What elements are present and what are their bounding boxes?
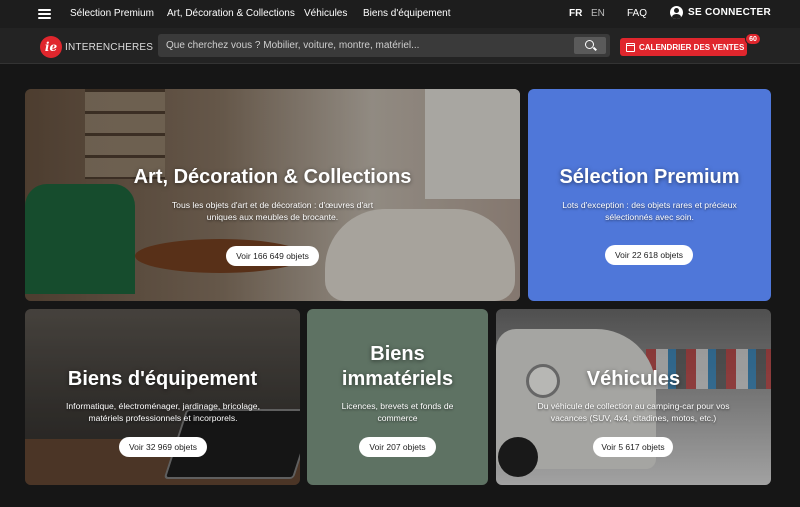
category-card-premium[interactable]: Sélection Premium Lots d'exception : des… <box>528 89 771 301</box>
search-bar-row: ie INTERENCHERES CALENDRIER DES VENTES <box>0 28 800 64</box>
card-title: Sélection Premium <box>559 166 740 188</box>
nav-link-biens-equipement[interactable]: Biens d'équipement <box>363 8 451 19</box>
faq-link[interactable]: FAQ <box>627 8 647 19</box>
user-icon <box>670 6 683 19</box>
nav-link-vehicules[interactable]: Véhicules <box>304 8 347 19</box>
card-description: Du véhicule de collection au camping-car… <box>537 401 730 423</box>
card-description: Tous les objets d'art et de décoration :… <box>171 200 374 222</box>
calendar-button[interactable]: CALENDRIER DES VENTES <box>620 38 747 56</box>
category-card-vehicles[interactable]: Véhicules Du véhicule de collection au c… <box>496 309 771 485</box>
nav-link-selection-premium[interactable]: Sélection Premium <box>70 8 154 19</box>
search-box <box>158 34 610 57</box>
category-card-immaterial[interactable]: Biens immatériels Licences, brevets et f… <box>307 309 488 485</box>
category-card-art[interactable]: Art, Décoration & Collections Tous les o… <box>25 89 520 301</box>
lang-en[interactable]: EN <box>591 8 605 19</box>
login-button[interactable]: SE CONNECTER <box>670 6 771 19</box>
card-title: Biens d'équipement <box>67 368 258 390</box>
view-objects-button[interactable]: Voir 5 617 objets <box>593 437 673 457</box>
view-objects-button[interactable]: Voir 32 969 objets <box>119 437 207 457</box>
calendar-icon <box>626 42 635 52</box>
calendar-label: CALENDRIER DES VENTES <box>639 42 745 52</box>
card-description: Informatique, électroménager, jardinage,… <box>66 401 260 423</box>
search-button[interactable] <box>574 37 606 54</box>
card-description: Lots d'exception : des objets rares et p… <box>562 200 737 222</box>
logo-text: INTERENCHERES <box>65 41 154 53</box>
nav-link-art-decoration[interactable]: Art, Décoration & Collections <box>167 8 295 19</box>
view-objects-button[interactable]: Voir 207 objets <box>359 437 436 457</box>
category-card-equipment[interactable]: Biens d'équipement Informatique, électro… <box>25 309 300 485</box>
calendar-count-badge: 60 <box>745 33 761 45</box>
login-label: SE CONNECTER <box>688 7 772 18</box>
card-title: Biens immatériels <box>341 343 454 390</box>
card-title: Véhicules <box>586 368 681 390</box>
logo[interactable]: ie INTERENCHERES <box>40 36 153 58</box>
view-objects-button[interactable]: Voir 22 618 objets <box>605 245 693 265</box>
view-objects-button[interactable]: Voir 166 649 objets <box>226 246 319 266</box>
logo-mark: ie <box>40 36 62 58</box>
card-title: Art, Décoration & Collections <box>133 166 412 188</box>
lang-fr[interactable]: FR <box>569 8 582 19</box>
top-nav: Sélection Premium Art, Décoration & Coll… <box>0 0 800 28</box>
search-input[interactable] <box>158 34 568 57</box>
menu-icon[interactable] <box>38 9 51 19</box>
card-description: Licences, brevets et fonds de commerce <box>341 401 454 423</box>
